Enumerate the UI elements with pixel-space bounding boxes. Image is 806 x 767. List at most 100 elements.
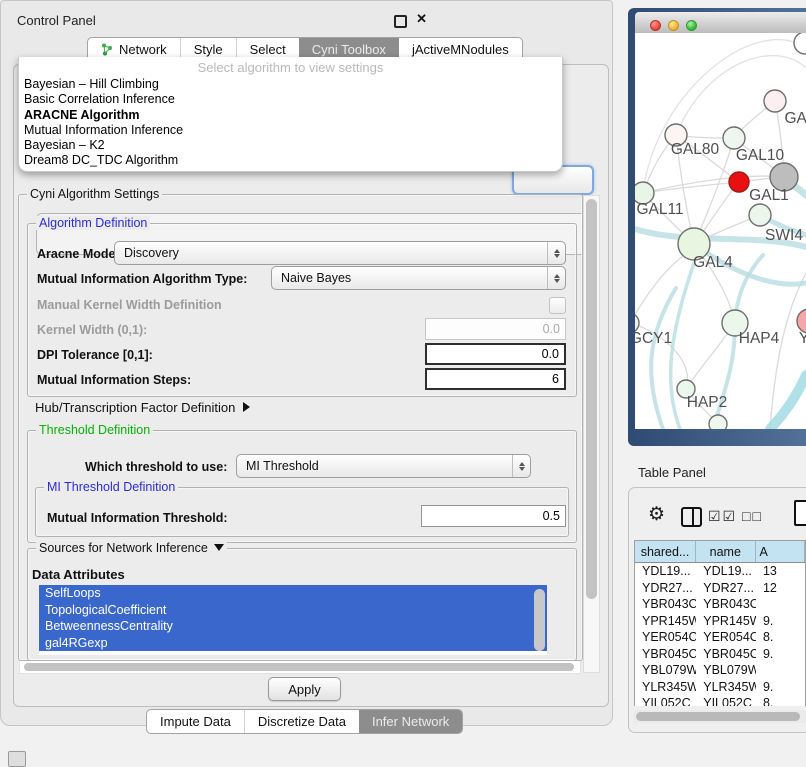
data-attribute-item[interactable]: TopologicalCoefficient: [39, 602, 547, 619]
bottom-tab-discretize-data[interactable]: Discretize Data: [244, 710, 359, 733]
table-row[interactable]: YBL079WYBL079W: [635, 662, 805, 679]
table-cell: [756, 596, 805, 613]
mi-steps-field[interactable]: 6: [425, 368, 566, 390]
tab-label: Cyni Toolbox: [312, 42, 386, 57]
network-node-gal10[interactable]: [723, 127, 745, 149]
network-edge[interactable]: [770, 375, 806, 429]
network-tab-icon: [101, 43, 113, 56]
network-node-gal1[interactable]: [729, 172, 749, 192]
column-header[interactable]: shared...: [635, 541, 696, 562]
aracne-mode-combobox[interactable]: Discovery: [114, 241, 566, 265]
settings-horizontal-scrollbar[interactable]: [19, 660, 581, 674]
tab-label: Network: [119, 42, 167, 57]
sources-legend-label: Sources for Network Inference: [39, 541, 208, 555]
table-row[interactable]: YBR043CYBR043C: [635, 596, 805, 613]
table-cell: YIL052C: [635, 695, 696, 706]
float-panel-icon[interactable]: [394, 15, 407, 28]
control-panel-title: Control Panel: [17, 13, 96, 28]
gear-icon[interactable]: ⚙: [648, 503, 665, 526]
table-row[interactable]: YIL052CYIL052C8.: [635, 695, 805, 706]
column-layout-icon[interactable]: [681, 507, 702, 527]
deselect-all-checkboxes-icon[interactable]: □□: [742, 508, 763, 524]
dpi-tolerance-field[interactable]: 0.0: [425, 343, 566, 365]
table-cell: [756, 662, 805, 679]
table-cell: 9.: [756, 679, 805, 696]
tab-label: Style: [194, 42, 223, 57]
mi-algorithm-type-combobox[interactable]: Naive Bayes: [271, 266, 566, 290]
combobox-stepper-icon: [547, 242, 565, 264]
table-cell: YDL19...: [696, 563, 756, 580]
algorithm-option[interactable]: Bayesian – Hill Climbing: [24, 77, 562, 92]
node-label: GAL1: [749, 187, 789, 204]
algorithm-option[interactable]: Dream8 DC_TDC Algorithm: [24, 153, 562, 168]
table-cell: 9.: [756, 646, 805, 663]
table-cell: 8.: [756, 629, 805, 646]
table-cell: YDR27...: [696, 580, 756, 597]
settings-vertical-scrollbar-thumb[interactable]: [586, 199, 597, 599]
table-row[interactable]: YER054CYER054C8.: [635, 629, 805, 646]
data-attributes-label: Data Attributes: [32, 567, 125, 582]
settings-vertical-scrollbar[interactable]: [583, 195, 600, 673]
document-icon[interactable]: [794, 500, 806, 526]
minimized-panel-icon[interactable]: [8, 751, 26, 767]
mi-steps-label: Mutual Information Steps:: [37, 373, 191, 387]
mi-threshold-field[interactable]: 0.5: [421, 505, 566, 527]
table-horizontal-scrollbar-thumb[interactable]: [636, 712, 800, 721]
table-cell: 9.: [756, 613, 805, 630]
table-row[interactable]: YPR145WYPR145W9.: [635, 613, 805, 630]
table-cell: 8.: [756, 695, 805, 706]
data-attributes-list[interactable]: SelfLoopsTopologicalCoefficientBetweenne…: [39, 585, 547, 655]
network-node-swi4[interactable]: [749, 204, 771, 226]
aracne-mode-label: Aracne Mode:: [37, 247, 120, 261]
apply-button[interactable]: Apply: [268, 677, 341, 701]
data-attribute-item[interactable]: SelfLoops: [39, 585, 547, 602]
table-cell: YER054C: [635, 629, 696, 646]
hub-expander-label: Hub/Transcription Factor Definition: [35, 400, 235, 415]
algorithm-options-list: Bayesian – Hill ClimbingBasic Correlatio…: [19, 77, 562, 169]
kernel-width-field[interactable]: 0.0: [425, 318, 566, 340]
network-node[interactable]: [794, 33, 806, 54]
data-attribute-item[interactable]: BetweennessCentrality: [39, 618, 547, 635]
expander-collapsed-icon: [243, 402, 250, 412]
column-header[interactable]: A: [756, 541, 805, 562]
algorithm-dropdown-popup: Select algorithm to view settings Bayesi…: [18, 57, 563, 172]
bottom-tab-impute-data[interactable]: Impute Data: [147, 710, 244, 733]
select-all-checkboxes-icon[interactable]: ☑☑: [708, 508, 737, 525]
settings-horizontal-scrollbar-thumb[interactable]: [24, 663, 574, 671]
aracne-mode-value: Discovery: [124, 246, 179, 260]
table-row[interactable]: YDL19...YDL19...13: [635, 563, 805, 580]
which-threshold-combobox[interactable]: MI Threshold: [236, 454, 531, 478]
table-row[interactable]: YLR345WYLR345W9.: [635, 679, 805, 696]
tab-label: Select: [250, 42, 286, 57]
table-row[interactable]: YBR045CYBR045C9.: [635, 646, 805, 663]
network-node[interactable]: [709, 415, 727, 429]
minimize-window-icon[interactable]: [668, 20, 679, 31]
network-canvas[interactable]: GALGAL80GAL10GAL1GAL11SWI4GAL4GCY1HAP4YH…: [635, 33, 806, 429]
attributes-scrollbar-thumb[interactable]: [534, 589, 545, 651]
table-horizontal-scrollbar[interactable]: [634, 710, 806, 723]
table-row[interactable]: YDR27...YDR27...12: [635, 580, 805, 597]
mi-threshold-definition-legend: MI Threshold Definition: [44, 480, 178, 494]
algorithm-option[interactable]: Mutual Information Inference: [24, 123, 562, 138]
algorithm-option[interactable]: ARACNE Algorithm: [24, 108, 562, 123]
node-label: GAL80: [671, 141, 720, 158]
bottom-tab-infer-network[interactable]: Infer Network: [359, 710, 462, 733]
mi-threshold-label: Mutual Information Threshold:: [47, 511, 228, 525]
node-label: GAL11: [636, 201, 683, 218]
algorithm-option[interactable]: Basic Correlation Inference: [24, 92, 562, 107]
hub-expander[interactable]: Hub/Transcription Factor Definition: [35, 400, 250, 415]
network-node-gal[interactable]: [764, 90, 786, 112]
node-label: GAL: [784, 110, 806, 127]
column-header[interactable]: name: [696, 541, 756, 562]
close-panel-icon[interactable]: ✕: [416, 11, 427, 27]
table-cell: YPR145W: [696, 613, 756, 630]
close-window-icon[interactable]: [650, 20, 661, 31]
algorithm-definition-legend: Algorithm Definition: [36, 216, 150, 230]
algorithm-option[interactable]: Bayesian – K2: [24, 138, 562, 153]
network-window-titlebar[interactable]: [635, 12, 806, 34]
zoom-window-icon[interactable]: [686, 20, 697, 31]
table-cell: YLR345W: [635, 679, 696, 696]
manual-kernel-checkbox[interactable]: [549, 297, 566, 314]
data-attribute-item[interactable]: gal4RGexp: [39, 635, 547, 652]
expander-expanded-icon: [214, 544, 224, 551]
